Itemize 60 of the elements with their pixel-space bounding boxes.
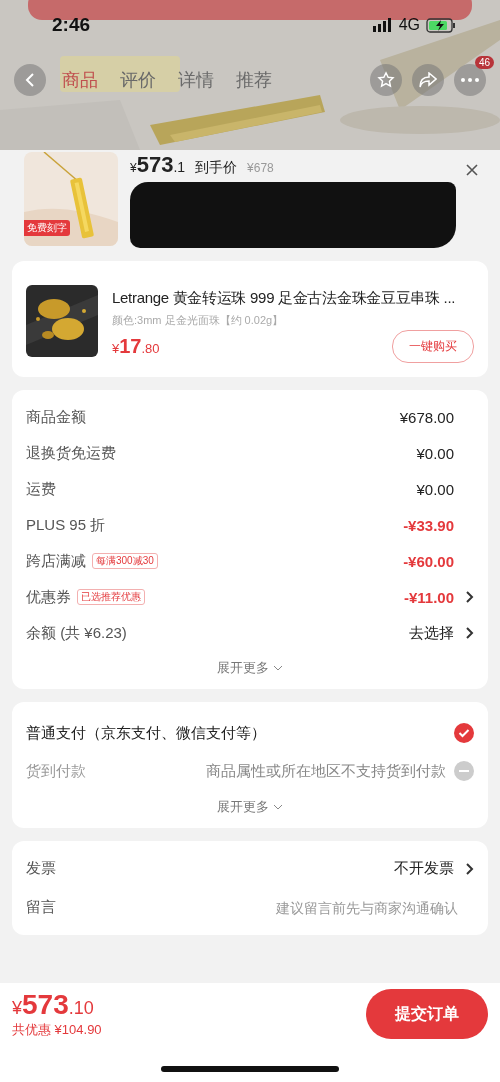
currency-sign: ¥ bbox=[12, 998, 22, 1018]
star-icon bbox=[377, 71, 395, 89]
nav-tab[interactable]: 评价 bbox=[114, 68, 162, 92]
product-price: 17 bbox=[119, 335, 142, 357]
fee-label: 跨店满减 bbox=[26, 551, 86, 571]
nav-tab[interactable]: 商品 bbox=[56, 68, 104, 92]
total-price: 573 bbox=[22, 989, 69, 1020]
nav-tab[interactable]: 详情 bbox=[172, 68, 220, 92]
close-icon bbox=[466, 164, 478, 176]
payment-option[interactable]: 普通支付（京东支付、微信支付等） bbox=[26, 723, 266, 743]
option-label: 发票 bbox=[26, 859, 56, 878]
thumbnail-badge: 免费刻字 bbox=[24, 220, 70, 236]
nav-tab[interactable]: 推荐 bbox=[230, 68, 278, 92]
more-icon bbox=[461, 78, 479, 82]
fee-value: ¥0.00 bbox=[416, 444, 454, 462]
fee-label: 运费 bbox=[26, 479, 56, 499]
check-icon[interactable] bbox=[454, 723, 474, 743]
currency-sign: ¥ bbox=[112, 341, 120, 356]
currency-sign: ¥ bbox=[130, 161, 137, 175]
payment-note: 商品属性或所在地区不支持货到付款 bbox=[206, 761, 446, 781]
buy-now-button[interactable]: 一键购买 bbox=[392, 330, 474, 363]
price-decimal: .10 bbox=[68, 998, 94, 1018]
final-price: 573 bbox=[136, 152, 174, 177]
fee-value: -¥60.00 bbox=[403, 552, 454, 570]
promo-tag: 每满300减30 bbox=[92, 553, 158, 569]
invoice-value[interactable]: 不开发票 bbox=[394, 859, 454, 878]
back-button[interactable] bbox=[14, 64, 46, 96]
fee-value[interactable]: 去选择 bbox=[409, 623, 454, 643]
expand-more-button[interactable]: 展开更多 bbox=[213, 655, 287, 681]
fee-label: 余额 (共 ¥6.23) bbox=[26, 623, 127, 643]
product-title: Letrange 黄金转运珠 999 足金古法金珠金豆豆串珠 ... bbox=[112, 289, 457, 308]
option-label: 留言 bbox=[26, 898, 56, 917]
chevron-down-icon bbox=[273, 665, 283, 671]
fee-label: PLUS 95 折 bbox=[26, 515, 106, 535]
fee-value: ¥678.00 bbox=[399, 408, 454, 426]
discount-total: 共优惠 ¥104.90 bbox=[12, 1021, 102, 1039]
original-price: ¥678 bbox=[247, 161, 274, 175]
network-label: 4G bbox=[398, 16, 420, 34]
product-spec: 颜色:3mm 足金光面珠【约 0.02g】 bbox=[112, 313, 285, 328]
promo-tag: 已选推荐优惠 bbox=[77, 589, 145, 605]
fee-value: ¥0.00 bbox=[416, 480, 454, 498]
share-icon bbox=[419, 72, 437, 88]
favorite-button[interactable] bbox=[370, 64, 402, 96]
fee-value: -¥33.90 bbox=[403, 516, 454, 534]
back-icon bbox=[24, 72, 36, 88]
battery-icon bbox=[426, 17, 456, 33]
more-button[interactable] bbox=[454, 64, 486, 96]
fee-label: 优惠券 bbox=[26, 587, 71, 607]
signal-icon bbox=[372, 18, 393, 32]
price-decimal: .80 bbox=[141, 341, 160, 356]
share-button[interactable] bbox=[412, 64, 444, 96]
submit-order-button[interactable]: 提交订单 bbox=[366, 989, 488, 1039]
expand-more-button[interactable]: 展开更多 bbox=[213, 794, 287, 820]
price-decimal: .1 bbox=[173, 159, 186, 175]
fee-label: 退换货免运费 bbox=[26, 443, 116, 463]
price-label: 到手价 bbox=[195, 159, 238, 177]
fee-label: 商品金额 bbox=[26, 407, 86, 427]
fee-value[interactable]: -¥11.00 bbox=[403, 588, 454, 606]
chevron-down-icon bbox=[273, 804, 283, 810]
status-time: 2:46 bbox=[52, 14, 92, 36]
